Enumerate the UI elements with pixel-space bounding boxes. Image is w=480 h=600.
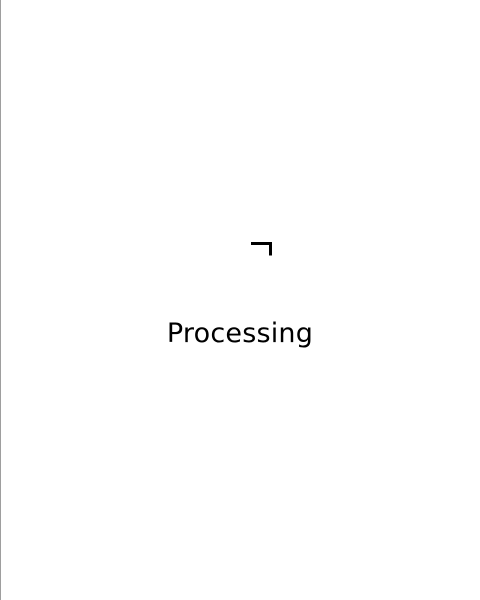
processing-screen: Processing xyxy=(0,0,480,600)
spinner-icon xyxy=(250,242,272,256)
status-label: Processing xyxy=(166,318,314,349)
window-edge xyxy=(0,0,1,600)
